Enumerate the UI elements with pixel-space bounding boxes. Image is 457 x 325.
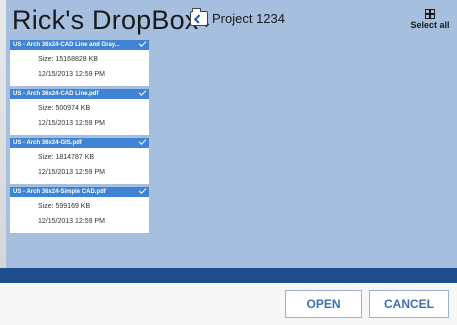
file-details: Size: 1814787 KB 12/15/2013 12:59 PM xyxy=(10,148,149,184)
file-browser-panel: Rick's DropBox⌄ Project 1234 Select all … xyxy=(6,0,457,268)
cancel-button[interactable]: CANCEL xyxy=(369,290,449,318)
file-item[interactable]: US - Arch 36x24-GIS.pdf Size: 1814787 KB… xyxy=(10,138,149,184)
grid-icon xyxy=(425,9,435,19)
file-name: US - Arch 36x24-GIS.pdf xyxy=(13,140,82,146)
folder-breadcrumb[interactable]: Project 1234 xyxy=(190,8,285,26)
file-date: 12/15/2013 12:59 PM xyxy=(38,71,105,78)
file-size: Size: 500974 KB xyxy=(38,105,91,112)
select-all-label: Select all xyxy=(410,20,450,30)
check-icon xyxy=(138,187,147,194)
dropbox-title-dropdown[interactable]: Rick's DropBox⌄ xyxy=(12,5,212,37)
file-size: Size: 15168828 KB xyxy=(38,56,98,63)
file-date: 12/15/2013 12:59 PM xyxy=(38,218,105,225)
file-list: US - Arch 36x24-CAD Line and Gray... Siz… xyxy=(10,40,149,236)
file-name: US - Arch 36x24-CAD Line.pdf xyxy=(13,91,99,97)
file-name-header: US - Arch 36x24-CAD Line and Gray... xyxy=(10,40,149,50)
file-size: Size: 1814787 KB xyxy=(38,154,95,161)
file-name: US - Arch 36x24-CAD Line and Gray... xyxy=(13,42,120,48)
file-details: Size: 15168828 KB 12/15/2013 12:59 PM xyxy=(10,50,149,86)
file-date: 12/15/2013 12:59 PM xyxy=(38,120,105,127)
file-name: US - Arch 36x24-Simple CAD.pdf xyxy=(13,189,106,195)
file-name-header: US - Arch 36x24-CAD Line.pdf xyxy=(10,89,149,99)
file-details: Size: 599169 KB 12/15/2013 12:59 PM xyxy=(10,197,149,233)
file-date: 12/15/2013 12:59 PM xyxy=(38,169,105,176)
check-icon xyxy=(138,40,147,47)
folder-up-icon xyxy=(190,8,208,26)
footer: OPEN CANCEL xyxy=(0,283,457,325)
check-icon xyxy=(138,138,147,145)
bottom-bar xyxy=(0,268,457,283)
file-item[interactable]: US - Arch 36x24-Simple CAD.pdf Size: 599… xyxy=(10,187,149,233)
file-item[interactable]: US - Arch 36x24-CAD Line.pdf Size: 50097… xyxy=(10,89,149,135)
check-icon xyxy=(138,89,147,96)
file-size: Size: 599169 KB xyxy=(38,203,91,210)
file-name-header: US - Arch 36x24-GIS.pdf xyxy=(10,138,149,148)
file-name-header: US - Arch 36x24-Simple CAD.pdf xyxy=(10,187,149,197)
select-all-button[interactable]: Select all xyxy=(409,9,451,30)
file-item[interactable]: US - Arch 36x24-CAD Line and Gray... Siz… xyxy=(10,40,149,86)
file-details: Size: 500974 KB 12/15/2013 12:59 PM xyxy=(10,99,149,135)
open-button[interactable]: OPEN xyxy=(285,290,362,318)
folder-name: Project 1234 xyxy=(212,11,285,26)
page-title: Rick's DropBox xyxy=(12,5,199,35)
